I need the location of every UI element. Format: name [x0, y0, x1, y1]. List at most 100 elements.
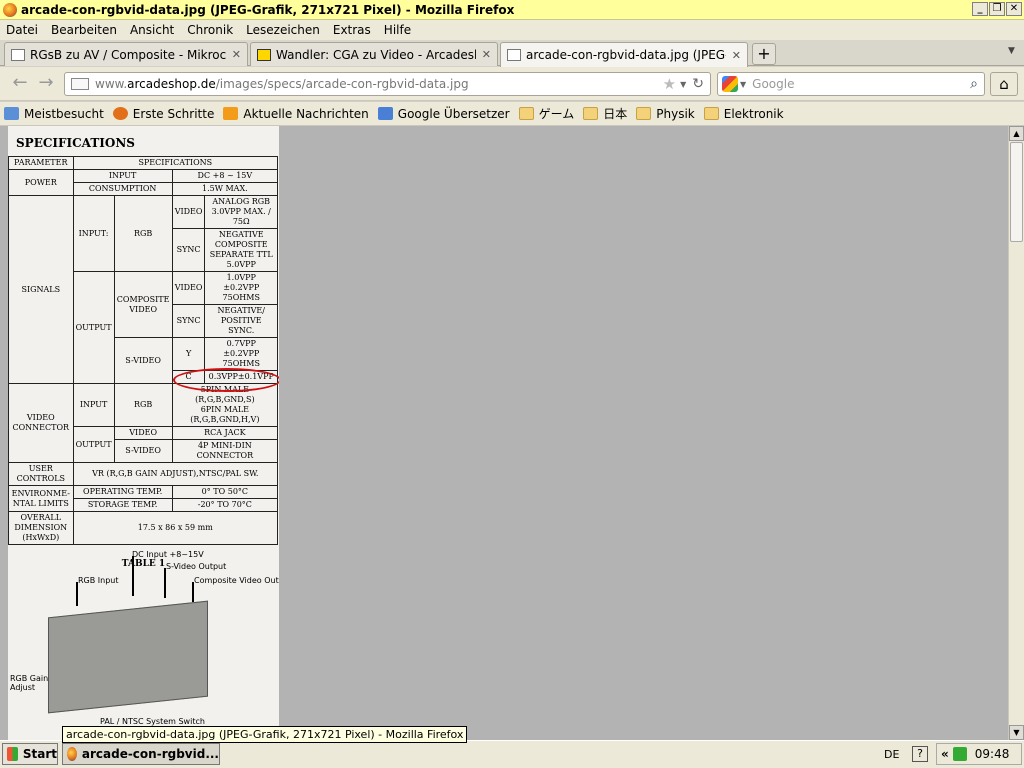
- vertical-scrollbar[interactable]: ▲ ▼: [1008, 126, 1024, 740]
- spec-cell: RCA JACK: [171, 426, 279, 440]
- bookmarks-toolbar: Meistbesucht Erste Schritte Aktuelle Nac…: [0, 102, 1024, 126]
- firefox-icon: [3, 2, 17, 17]
- spec-cell: 0° TO 50°C: [171, 485, 279, 499]
- spec-cell: COMPOSITE VIDEO: [113, 271, 173, 338]
- close-button[interactable]: ✕: [1006, 2, 1022, 16]
- folder-icon: [583, 107, 599, 120]
- spec-cell: CONSUMPTION: [72, 182, 173, 196]
- circuit-board-photo: [48, 600, 208, 714]
- google-icon[interactable]: [722, 76, 738, 92]
- arrow-icon: [164, 568, 166, 598]
- bookmark-folder-elektronik[interactable]: Elektronik: [703, 107, 784, 121]
- spec-cell: SIGNALS: [8, 195, 74, 384]
- search-icon[interactable]: ⌕: [970, 76, 978, 92]
- bookmark-google-uebersetzer[interactable]: Google Übersetzer: [377, 107, 510, 121]
- close-tab-icon[interactable]: ✕: [482, 48, 491, 61]
- bookmark-star-icon[interactable]: ★: [663, 75, 676, 93]
- menu-bearbeiten[interactable]: Bearbeiten: [51, 23, 117, 37]
- spec-cell: 0.7VPP ±0.2VPP 75OHMS: [204, 337, 278, 371]
- spec-image[interactable]: SPECIFICATIONS PARAMETER SPECIFICATIONS …: [8, 126, 279, 740]
- arrow-icon: [192, 582, 194, 602]
- scroll-up-arrow-icon[interactable]: ▲: [1009, 126, 1024, 141]
- spec-cell: ANALOG RGB 3.0VPP MAX. / 75Ω: [204, 195, 278, 229]
- menu-chronik[interactable]: Chronik: [187, 23, 233, 37]
- show-hidden-icons-chevron-icon[interactable]: «: [941, 747, 949, 761]
- taskbar-firefox-item[interactable]: arcade-con-rgbvid...: [62, 743, 220, 765]
- site-identity-icon[interactable]: [71, 78, 89, 90]
- bookmark-meistbesucht[interactable]: Meistbesucht: [4, 107, 104, 121]
- spec-cell: INPUT: [72, 169, 173, 183]
- menu-extras[interactable]: Extras: [333, 23, 371, 37]
- spec-cell: VIDEO: [171, 195, 206, 229]
- forward-button[interactable]: →: [34, 73, 58, 95]
- taskbar: Start arcade-con-rgbvid... DE ? « 09:48: [0, 740, 1024, 768]
- tab-list-chevron-icon[interactable]: ▼: [1008, 46, 1015, 56]
- tab-label: RGsB zu AV / Composite - Mikrocontroller…: [30, 47, 226, 62]
- search-input[interactable]: Google: [752, 77, 970, 91]
- close-tab-icon[interactable]: ✕: [232, 48, 241, 61]
- tab-label: arcade-con-rgbvid-data.jpg (JPEG-Grafik.…: [526, 48, 726, 62]
- page-content: SPECIFICATIONS PARAMETER SPECIFICATIONS …: [0, 126, 1008, 740]
- network-icon[interactable]: [952, 747, 967, 761]
- menu-hilfe[interactable]: Hilfe: [384, 23, 411, 37]
- clock[interactable]: 09:48: [975, 747, 1010, 761]
- svideo-output-label: S-Video Output: [166, 562, 227, 571]
- close-tab-icon[interactable]: ✕: [732, 49, 741, 62]
- image-icon: [507, 49, 521, 61]
- help-icon[interactable]: ?: [912, 746, 928, 762]
- tab-arcade-con[interactable]: arcade-con-rgbvid-data.jpg (JPEG-Grafik.…: [500, 42, 748, 67]
- restore-button[interactable]: ❐: [989, 2, 1005, 16]
- spec-cell: INPUT: [72, 383, 115, 427]
- spec-cell: SYNC: [171, 228, 206, 272]
- spec-cell: PARAMETER: [8, 156, 74, 170]
- url-bar[interactable]: www.arcadeshop.de/images/specs/arcade-co…: [64, 72, 711, 96]
- spec-cell: 4P MINI-DIN CONNECTOR: [171, 439, 279, 463]
- spec-cell: RGB: [113, 383, 173, 427]
- spec-cell: -20° TO 70°C: [171, 498, 279, 512]
- spec-cell: 17.5 x 86 x 59 mm: [72, 511, 279, 545]
- scrollbar-thumb[interactable]: [1010, 142, 1023, 242]
- url-text[interactable]: www.arcadeshop.de/images/specs/arcade-co…: [95, 77, 663, 91]
- bookmark-folder-physik[interactable]: Physik: [636, 107, 695, 121]
- bookmark-aktuelle-nachrichten[interactable]: Aktuelle Nachrichten: [223, 107, 369, 121]
- new-tab-button[interactable]: +: [752, 43, 776, 65]
- tab-wandler[interactable]: Wandler: CGA zu Video - Arcadeshop.de ✕: [250, 42, 498, 66]
- spec-table: PARAMETER SPECIFICATIONS POWER INPUT DC …: [8, 156, 279, 545]
- url-dropdown-icon[interactable]: ▼: [680, 80, 686, 89]
- search-box[interactable]: ▼ Google ⌕: [717, 72, 985, 96]
- bookmark-folder-game[interactable]: ゲーム: [518, 105, 574, 122]
- start-button[interactable]: Start: [2, 743, 58, 765]
- tooltip: arcade-con-rgbvid-data.jpg (JPEG-Grafik,…: [62, 726, 468, 743]
- menu-ansicht[interactable]: Ansicht: [130, 23, 174, 37]
- search-engine-dropdown-icon[interactable]: ▼: [740, 80, 746, 89]
- tab-bar: RGsB zu AV / Composite - Mikrocontroller…: [0, 40, 1024, 67]
- spec-cell: S-VIDEO: [113, 439, 173, 463]
- spec-cell: RGB: [113, 195, 173, 272]
- translate-icon: [377, 107, 393, 120]
- minimize-button[interactable]: _: [972, 2, 988, 16]
- system-tray: « 09:48: [936, 743, 1022, 765]
- scroll-down-arrow-icon[interactable]: ▼: [1009, 725, 1024, 740]
- arrow-icon: [132, 556, 134, 596]
- table-caption: TABLE 1: [121, 559, 166, 569]
- back-button[interactable]: ←: [8, 73, 32, 95]
- spec-cell: INPUT:: [72, 195, 115, 272]
- window-controls: _ ❐ ✕: [972, 2, 1022, 16]
- bookmark-folder-nihon[interactable]: 日本: [583, 105, 627, 122]
- menu-lesezeichen[interactable]: Lesezeichen: [246, 23, 320, 37]
- spec-cell: OPERATING TEMP.: [72, 485, 173, 499]
- reload-icon[interactable]: ↻: [692, 76, 704, 92]
- rss-icon: [223, 107, 239, 120]
- red-highlight-ellipse: [173, 368, 279, 392]
- pal-switch-label: PAL / NTSC System Switch: [100, 717, 205, 726]
- home-button[interactable]: ⌂: [990, 72, 1018, 96]
- arcadeshop-icon: [257, 48, 271, 61]
- page-icon: [11, 48, 25, 61]
- language-indicator[interactable]: DE: [884, 748, 899, 761]
- tab-rgsb[interactable]: RGsB zu AV / Composite - Mikrocontroller…: [4, 42, 248, 66]
- window-titlebar: arcade-con-rgbvid-data.jpg (JPEG-Grafik,…: [0, 0, 1024, 20]
- menu-datei[interactable]: Datei: [6, 23, 38, 37]
- spec-cell: POWER: [8, 169, 74, 196]
- bookmark-erste-schritte[interactable]: Erste Schritte: [112, 107, 214, 121]
- arrow-icon: [76, 582, 78, 606]
